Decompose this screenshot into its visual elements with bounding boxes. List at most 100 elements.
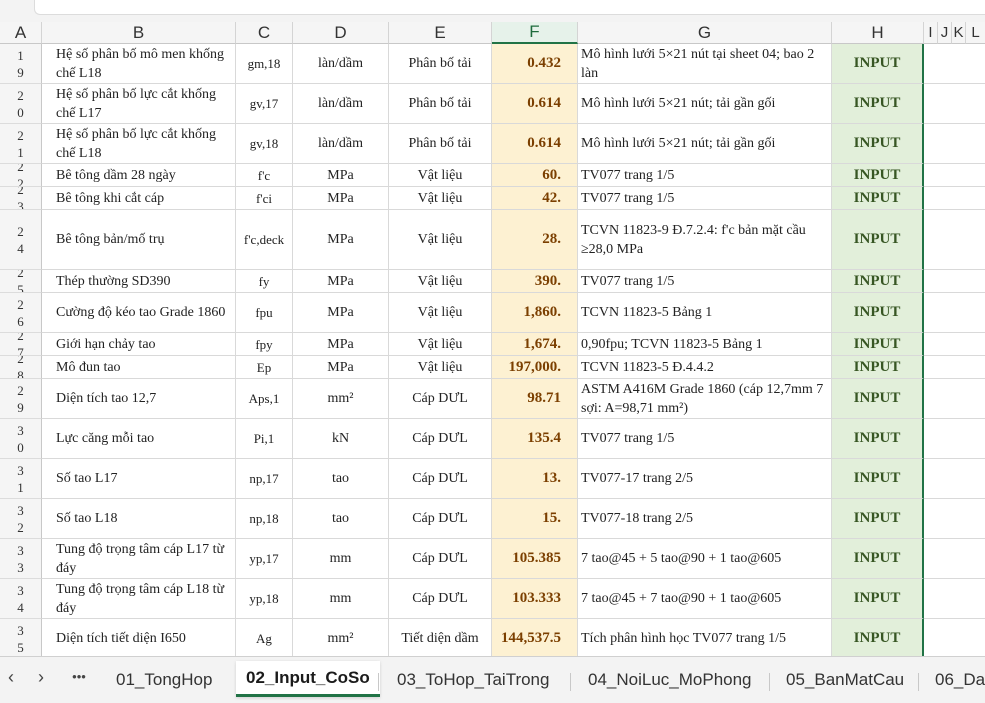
cell-description[interactable]: Hệ số phân bố lực cắt khống chế L17 xyxy=(42,84,236,124)
cell-symbol[interactable]: yp,18 xyxy=(236,579,293,619)
cell-value[interactable]: 135.4 xyxy=(492,419,578,459)
cell-value[interactable]: 15. xyxy=(492,499,578,539)
cell-description[interactable]: Bê tông dầm 28 ngày xyxy=(42,164,236,187)
cell-unit[interactable]: mm xyxy=(293,539,389,579)
cell-unit[interactable]: MPa xyxy=(293,333,389,356)
column-header-f[interactable]: F xyxy=(492,22,578,44)
cell-category[interactable]: Vật liệu xyxy=(389,293,492,333)
cell-empty[interactable] xyxy=(924,187,985,210)
more-tabs-icon[interactable]: ••• xyxy=(68,669,90,684)
column-header-d[interactable]: D xyxy=(293,22,389,44)
cell-empty[interactable] xyxy=(924,124,985,164)
row-header[interactable]: 24 xyxy=(0,210,42,270)
cell-input-tag[interactable]: INPUT xyxy=(832,44,924,84)
cell-unit[interactable]: MPa xyxy=(293,164,389,187)
row-header[interactable]: 25 xyxy=(0,270,42,293)
cell-empty[interactable] xyxy=(924,164,985,187)
cell-input-tag[interactable]: INPUT xyxy=(832,164,924,187)
cell-empty[interactable] xyxy=(924,270,985,293)
column-header-g[interactable]: G xyxy=(578,22,832,44)
cell-symbol[interactable]: Ep xyxy=(236,356,293,379)
cell-value[interactable]: 197,000. xyxy=(492,356,578,379)
cell-description[interactable]: Tung độ trọng tâm cáp L17 từ đáy xyxy=(42,539,236,579)
cell-category[interactable]: Phân bố tải xyxy=(389,44,492,84)
cell-category[interactable]: Tiết diện dầm xyxy=(389,619,492,659)
cell-empty[interactable] xyxy=(924,210,985,270)
cell-value[interactable]: 0.432 xyxy=(492,44,578,84)
cell-symbol[interactable]: f'ci xyxy=(236,187,293,210)
cell-input-tag[interactable]: INPUT xyxy=(832,539,924,579)
cell-symbol[interactable]: f'c xyxy=(236,164,293,187)
cell-description[interactable]: Bê tông khi cắt cáp xyxy=(42,187,236,210)
row-header[interactable]: 33 xyxy=(0,539,42,579)
cell-note[interactable]: Mô hình lưới 5×21 nút; tải gần gối xyxy=(578,124,832,164)
cell-description[interactable]: Thép thường SD390 xyxy=(42,270,236,293)
row-header[interactable]: 22 xyxy=(0,164,42,187)
cell-note[interactable]: Mô hình lưới 5×21 nút tại sheet 04; bao … xyxy=(578,44,832,84)
cell-empty[interactable] xyxy=(924,419,985,459)
cell-empty[interactable] xyxy=(924,84,985,124)
cell-input-tag[interactable]: INPUT xyxy=(832,499,924,539)
cell-description[interactable]: Giới hạn chảy tao xyxy=(42,333,236,356)
cell-symbol[interactable]: Aps,1 xyxy=(236,379,293,419)
cell-unit[interactable]: MPa xyxy=(293,210,389,270)
cell-value[interactable]: 103.333 xyxy=(492,579,578,619)
sheet-tab-03-tohop-taitrong[interactable]: 03_ToHop_TaiTrong xyxy=(397,665,549,695)
cell-category[interactable]: Cáp DƯL xyxy=(389,579,492,619)
cell-note[interactable]: TCVN 11823-5 Đ.4.4.2 xyxy=(578,356,832,379)
cell-note[interactable]: TV077 trang 1/5 xyxy=(578,164,832,187)
row-header[interactable]: 26 xyxy=(0,293,42,333)
cell-description[interactable]: Cường độ kéo tao Grade 1860 xyxy=(42,293,236,333)
cell-value[interactable]: 105.385 xyxy=(492,539,578,579)
chevron-right-icon[interactable]: › xyxy=(30,667,52,688)
row-header[interactable]: 21 xyxy=(0,124,42,164)
row-header[interactable]: 31 xyxy=(0,459,42,499)
cell-note[interactable]: TV077 trang 1/5 xyxy=(578,270,832,293)
cell-input-tag[interactable]: INPUT xyxy=(832,293,924,333)
cell-symbol[interactable]: np,18 xyxy=(236,499,293,539)
column-header-j[interactable]: J xyxy=(938,22,952,44)
cell-symbol[interactable]: gm,18 xyxy=(236,44,293,84)
cell-category[interactable]: Cáp DƯL xyxy=(389,379,492,419)
cell-category[interactable]: Vật liệu xyxy=(389,270,492,293)
cell-note[interactable]: TV077 trang 1/5 xyxy=(578,419,832,459)
cell-unit[interactable]: làn/dầm xyxy=(293,84,389,124)
cell-unit[interactable]: kN xyxy=(293,419,389,459)
cell-note[interactable]: TCVN 11823-9 Đ.7.2.4: f'c bản mặt cầu ≥2… xyxy=(578,210,832,270)
cell-input-tag[interactable]: INPUT xyxy=(832,356,924,379)
cell-category[interactable]: Phân bố tải xyxy=(389,124,492,164)
formula-bar[interactable] xyxy=(34,0,985,15)
chevron-left-icon[interactable]: ‹ xyxy=(0,667,22,688)
cell-note[interactable]: TV077 trang 1/5 xyxy=(578,187,832,210)
cell-unit[interactable]: mm xyxy=(293,579,389,619)
sheet-tab-04-noiluc-mophong[interactable]: 04_NoiLuc_MoPhong xyxy=(588,665,752,695)
row-header[interactable]: 28 xyxy=(0,356,42,379)
cell-value[interactable]: 42. xyxy=(492,187,578,210)
cell-unit[interactable]: tao xyxy=(293,459,389,499)
cell-category[interactable]: Vật liệu xyxy=(389,187,492,210)
cell-unit[interactable]: làn/dầm xyxy=(293,44,389,84)
cell-note[interactable]: TCVN 11823-5 Bảng 1 xyxy=(578,293,832,333)
cell-note[interactable]: Mô hình lưới 5×21 nút; tải gần gối xyxy=(578,84,832,124)
sheet-tab-01-tonghop[interactable]: 01_TongHop xyxy=(116,665,212,695)
cell-empty[interactable] xyxy=(924,459,985,499)
column-header-l[interactable]: L xyxy=(966,22,985,44)
row-header[interactable]: 19 xyxy=(0,44,42,84)
cell-category[interactable]: Cáp DƯL xyxy=(389,499,492,539)
column-header-e[interactable]: E xyxy=(389,22,492,44)
cell-empty[interactable] xyxy=(924,333,985,356)
cell-note[interactable]: 0,90fpu; TCVN 11823-5 Bảng 1 xyxy=(578,333,832,356)
cell-unit[interactable]: mm² xyxy=(293,379,389,419)
cell-symbol[interactable]: f'c,deck xyxy=(236,210,293,270)
row-header[interactable]: 34 xyxy=(0,579,42,619)
cell-empty[interactable] xyxy=(924,579,985,619)
cell-input-tag[interactable]: INPUT xyxy=(832,187,924,210)
cell-description[interactable]: Số tao L18 xyxy=(42,499,236,539)
cell-unit[interactable]: MPa xyxy=(293,293,389,333)
cell-input-tag[interactable]: INPUT xyxy=(832,579,924,619)
cell-unit[interactable]: tao xyxy=(293,499,389,539)
cell-empty[interactable] xyxy=(924,619,985,659)
cell-note[interactable]: TV077-17 trang 2/5 xyxy=(578,459,832,499)
cell-value[interactable]: 98.71 xyxy=(492,379,578,419)
cell-category[interactable]: Vật liệu xyxy=(389,356,492,379)
